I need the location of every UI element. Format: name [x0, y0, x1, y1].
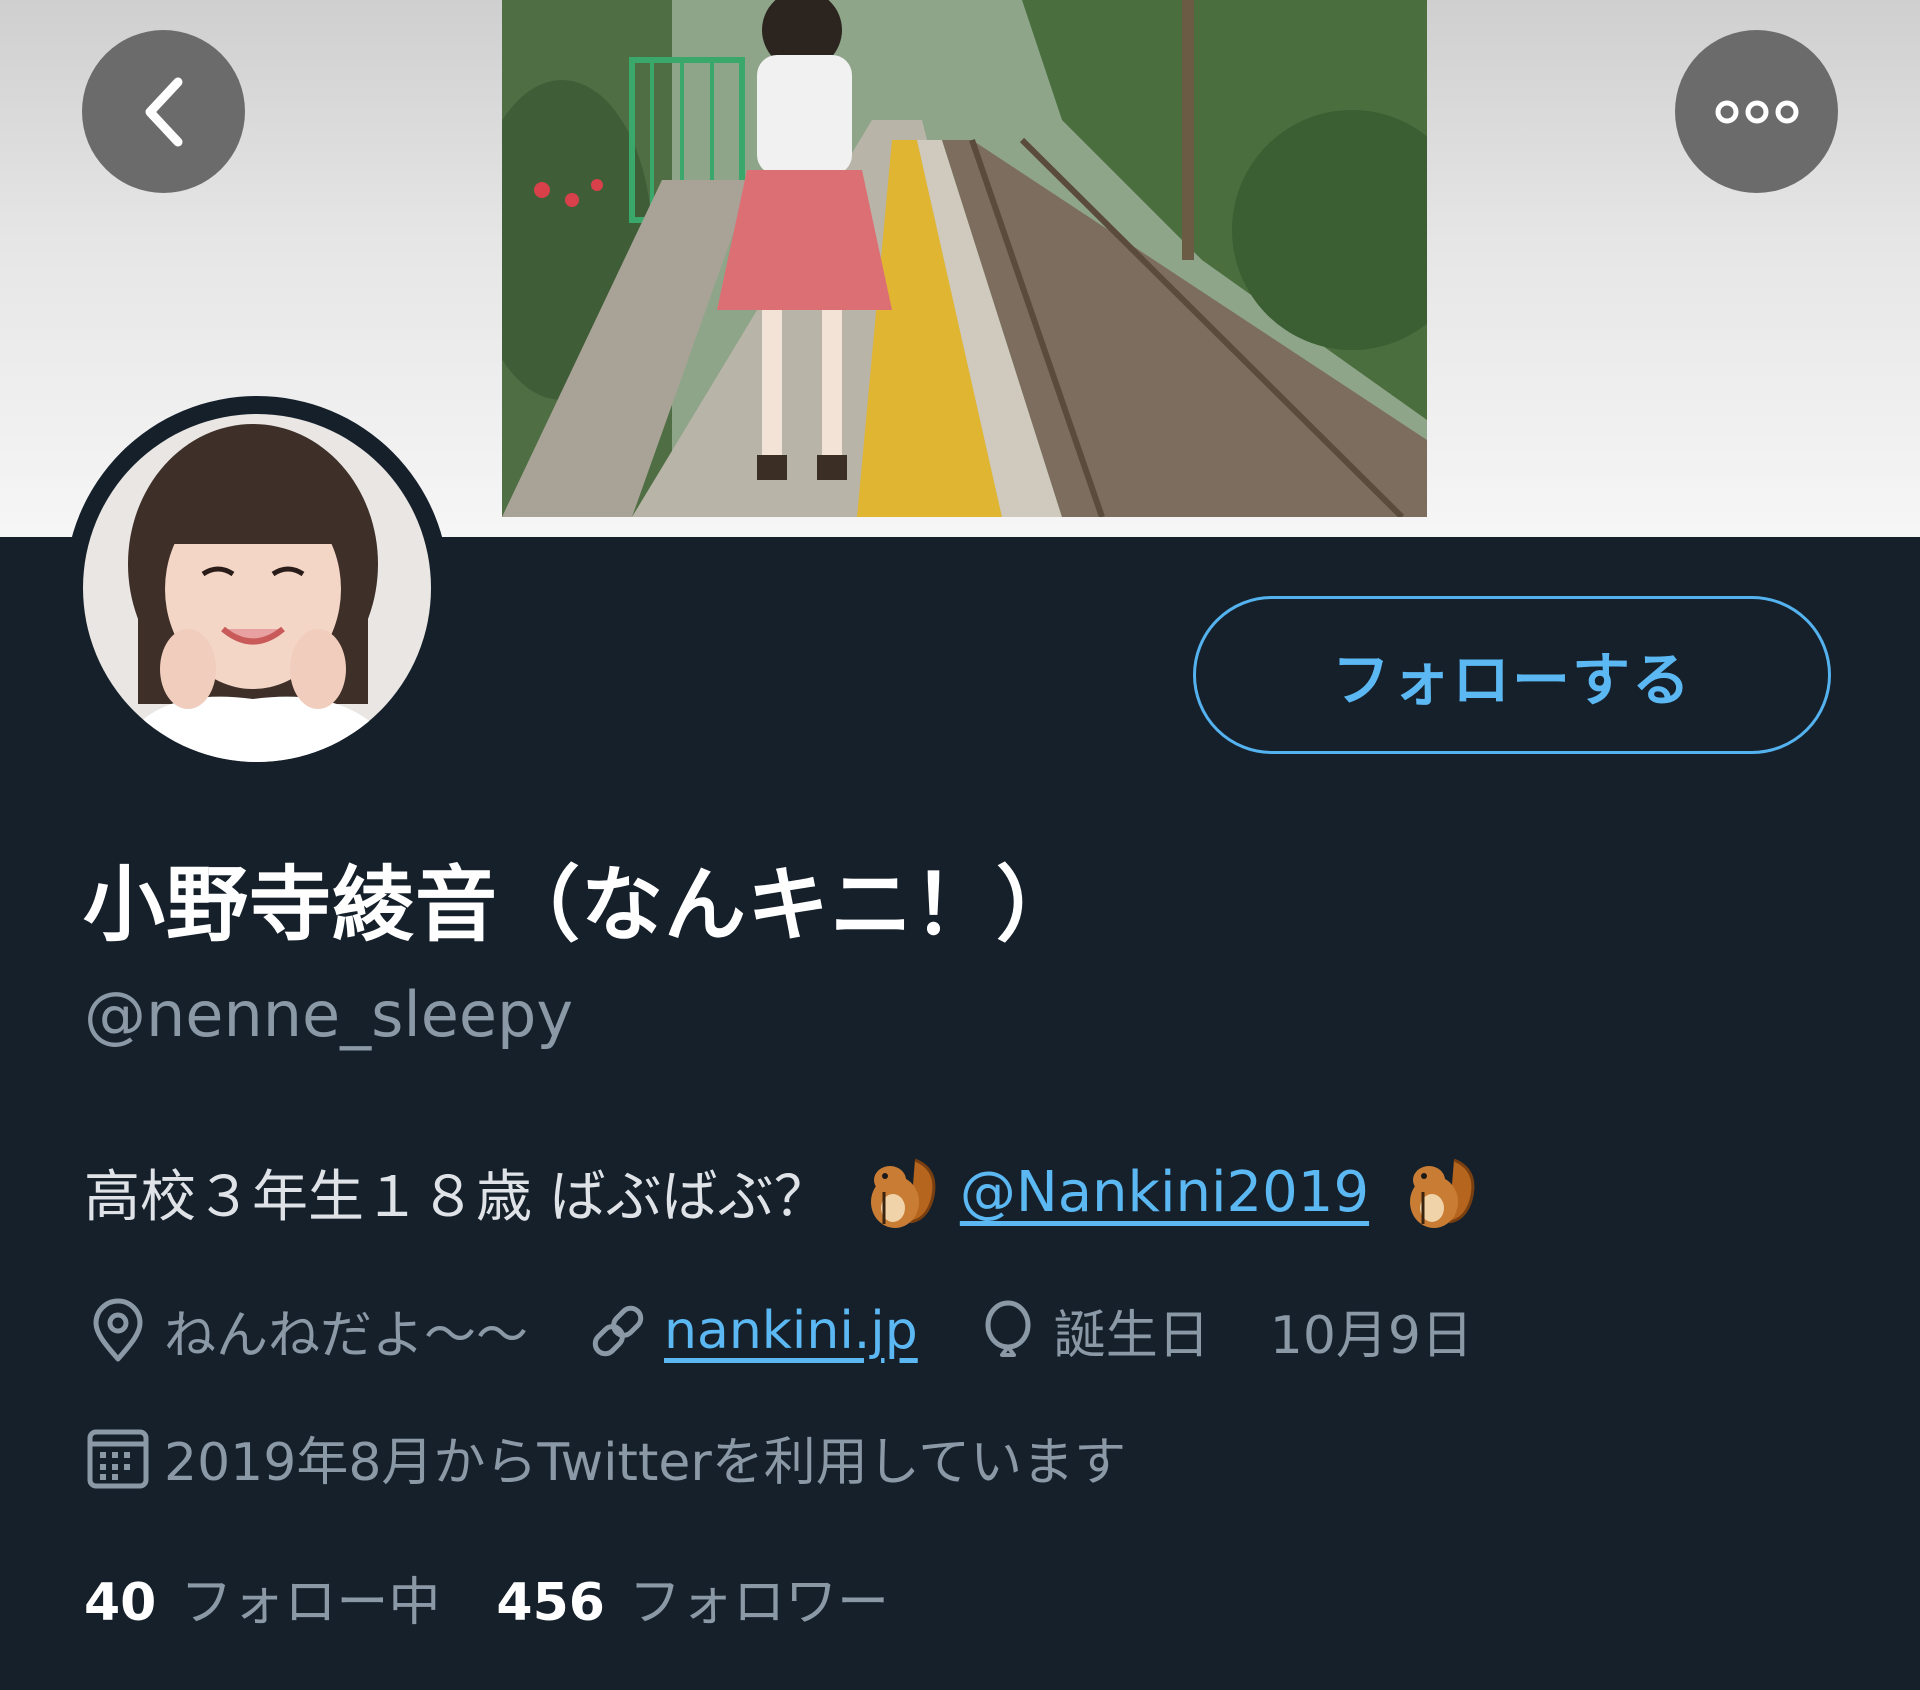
- birthday-label: 誕生日: [1053, 1306, 1210, 1366]
- followers-stat[interactable]: 456 フォロワー: [496, 1560, 889, 1635]
- balloon-icon: [985, 1300, 1031, 1357]
- more-horizontal-icon: [1715, 100, 1798, 123]
- location-item: ねんねだよ〜〜: [84, 1293, 528, 1368]
- joined-row: 2019年8月からTwitterを利用しています: [84, 1420, 1126, 1495]
- chipmunk-emoji-icon: [860, 1150, 940, 1234]
- followers-label: フォロワー: [628, 1573, 889, 1633]
- back-button[interactable]: [82, 30, 245, 193]
- following-label: フォロー中: [180, 1573, 441, 1633]
- avatar[interactable]: [83, 414, 431, 762]
- bio: 高校３年生１８歳 ばぶばぶ？ @Nankini2019: [84, 1150, 1479, 1234]
- follow-stats: 40 フォロー中 456 フォロワー: [84, 1560, 945, 1635]
- bio-mention-link[interactable]: @Nankini2019: [960, 1160, 1369, 1225]
- location-text: ねんねだよ〜〜: [164, 1306, 529, 1366]
- profile-page: フォローする 小野寺綾音（なんキニ！） @nenne_sleepy 高校３年生１…: [0, 0, 1920, 1690]
- profile-meta-row: ねんねだよ〜〜 nankini.jp 誕生日 10月9日: [84, 1293, 1529, 1368]
- chevron-left-icon: [145, 77, 182, 146]
- website-item[interactable]: nankini.jp: [584, 1297, 918, 1365]
- birthday-value: 10月9日: [1269, 1306, 1474, 1366]
- display-name: 小野寺綾音（なんキニ！）: [83, 858, 1080, 953]
- chipmunk-emoji-icon: [1399, 1150, 1479, 1234]
- location-pin-icon: [93, 1298, 143, 1361]
- website-link[interactable]: nankini.jp: [664, 1301, 918, 1361]
- bio-text: 高校３年生１８歳 ばぶばぶ？: [84, 1164, 830, 1230]
- following-stat[interactable]: 40 フォロー中: [84, 1560, 440, 1635]
- link-icon: [592, 1305, 644, 1356]
- more-button[interactable]: [1675, 30, 1838, 193]
- birthday-item: 誕生日 10月9日: [974, 1293, 1473, 1368]
- followers-count: 456: [496, 1573, 605, 1633]
- user-handle: @nenne_sleepy: [84, 978, 574, 1051]
- banner-photo[interactable]: [502, 0, 1427, 517]
- calendar-icon: [87, 1429, 149, 1488]
- follow-button[interactable]: フォローする: [1193, 596, 1831, 754]
- following-count: 40: [84, 1573, 157, 1633]
- joined-text: 2019年8月からTwitterを利用しています: [164, 1433, 1127, 1493]
